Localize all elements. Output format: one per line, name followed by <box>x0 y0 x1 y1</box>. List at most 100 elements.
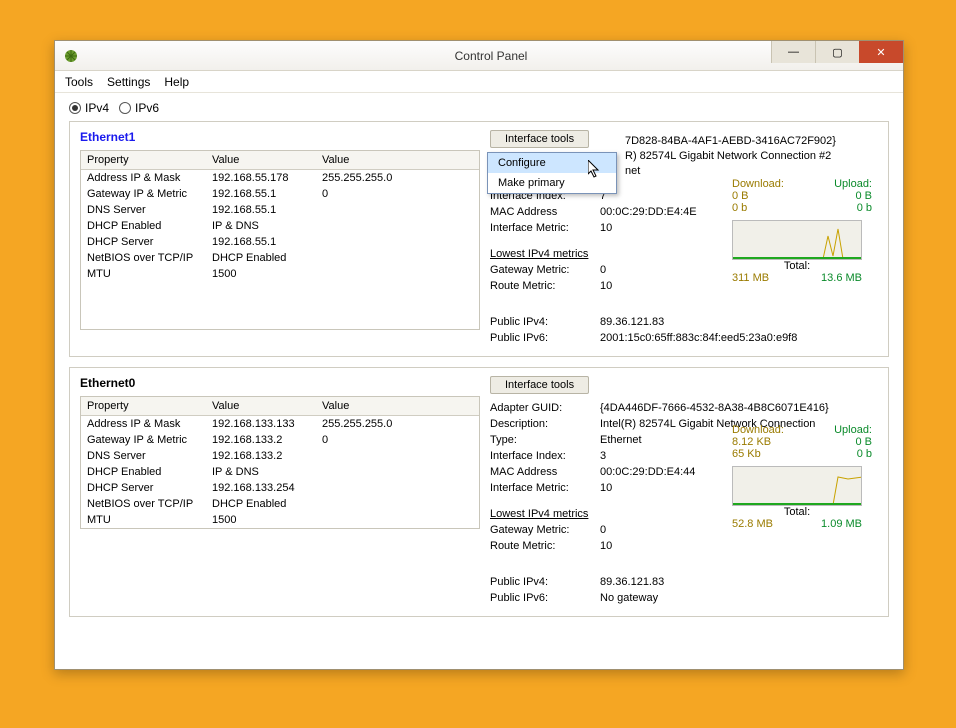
menu-settings[interactable]: Settings <box>107 75 150 89</box>
total-download: 311 MB <box>732 272 769 284</box>
cell-value2 <box>316 496 479 512</box>
property-grid: Property Value Value Address IP & Mask19… <box>80 150 480 330</box>
col-value1: Value <box>206 397 316 415</box>
label-upload: Upload: <box>834 178 872 190</box>
cell-value1: 1500 <box>206 266 316 282</box>
grid-header: Property Value Value <box>81 151 479 170</box>
total-upload: 13.6 MB <box>821 272 862 284</box>
cell-property: DNS Server <box>81 202 206 218</box>
cell-property: Address IP & Mask <box>81 416 206 432</box>
app-icon <box>63 48 79 64</box>
col-property: Property <box>81 397 206 415</box>
radio-ipv6[interactable]: IPv6 <box>119 101 159 115</box>
minimize-button[interactable]: — <box>771 41 815 63</box>
bandwidth-stats: Download: Upload: 0 B 0 B 0 b 0 b <box>732 178 872 284</box>
interface-tools-button[interactable]: Interface tools <box>490 376 589 394</box>
cell-property: Gateway IP & Metric <box>81 186 206 202</box>
grid-row: DNS Server192.168.55.1 <box>81 202 479 218</box>
window-controls: — ▢ ✕ <box>771 41 903 63</box>
label-total: Total: <box>732 506 862 518</box>
grid-row: NetBIOS over TCP/IPDHCP Enabled <box>81 250 479 266</box>
cell-value2 <box>316 512 479 528</box>
bandwidth-graph <box>732 466 862 506</box>
cell-value1: 192.168.55.1 <box>206 202 316 218</box>
cell-value1: 192.168.55.1 <box>206 186 316 202</box>
cell-value1: DHCP Enabled <box>206 496 316 512</box>
description-value: R) 82574L Gigabit Network Connection #2 <box>625 149 836 164</box>
bandwidth-graph <box>732 220 862 260</box>
interface-name: Ethernet1 <box>80 130 480 144</box>
cell-value1: 192.168.55.1 <box>206 234 316 250</box>
interface-tools-button[interactable]: Interface tools <box>490 130 589 148</box>
grid-body: Address IP & Mask192.168.133.133255.255.… <box>81 416 479 528</box>
grid-header: Property Value Value <box>81 397 479 416</box>
dropdown-item-configure[interactable]: Configure <box>488 153 616 173</box>
label-download: Download: <box>732 424 784 436</box>
label-iface-metric: Interface Metric: <box>490 480 600 496</box>
cell-value2: 255.255.255.0 <box>316 416 479 432</box>
cell-value2 <box>316 480 479 496</box>
label-public-v6: Public IPv6: <box>490 330 600 346</box>
panel-left: Ethernet0 Property Value Value Address I… <box>80 376 480 606</box>
cell-property: DHCP Server <box>81 480 206 496</box>
cell-value2: 0 <box>316 432 479 448</box>
cell-property: MTU <box>81 512 206 528</box>
panel-right: Interface tools Adapter GUID:{4DA446DF-7… <box>490 376 878 606</box>
public-v6-value: No gateway <box>600 590 878 606</box>
label-iface-metric: Interface Metric: <box>490 220 600 236</box>
app-window: Control Panel — ▢ ✕ Tools Settings Help … <box>54 40 904 670</box>
grid-row: Address IP & Mask192.168.55.178255.255.2… <box>81 170 479 186</box>
grid-row: Address IP & Mask192.168.133.133255.255.… <box>81 416 479 432</box>
menu-help[interactable]: Help <box>164 75 189 89</box>
cell-value1: 192.168.133.2 <box>206 448 316 464</box>
label-lowest-metrics: Lowest IPv4 metrics <box>490 506 600 522</box>
radio-dot-icon <box>69 102 81 114</box>
public-v4-value: 89.36.121.83 <box>600 574 878 590</box>
grid-row: Gateway IP & Metric192.168.55.10 <box>81 186 479 202</box>
label-lowest-metrics: Lowest IPv4 metrics <box>490 246 600 262</box>
adapter-guid-value: {4DA446DF-7666-4532-8A38-4B8C6071E416} <box>600 400 878 416</box>
col-property: Property <box>81 151 206 169</box>
grid-row: DNS Server192.168.133.2 <box>81 448 479 464</box>
download-value: 0 B <box>732 190 749 202</box>
cell-property: DHCP Server <box>81 234 206 250</box>
cell-value1: 1500 <box>206 512 316 528</box>
radio-ipv4[interactable]: IPv4 <box>69 101 109 115</box>
label-total: Total: <box>732 260 862 272</box>
cell-property: NetBIOS over TCP/IP <box>81 250 206 266</box>
cell-value2 <box>316 218 479 234</box>
grid-row: Gateway IP & Metric192.168.133.20 <box>81 432 479 448</box>
interface-panel-ethernet1: Ethernet1 Property Value Value Address I… <box>69 121 889 357</box>
grid-row: MTU1500 <box>81 512 479 528</box>
download-rate: 0 b <box>732 202 747 214</box>
type-value-tail: net <box>625 164 836 179</box>
panel-left: Ethernet1 Property Value Value Address I… <box>80 130 480 346</box>
label-route-metric: Route Metric: <box>490 538 600 554</box>
maximize-button[interactable]: ▢ <box>815 41 859 63</box>
col-value2: Value <box>316 151 479 169</box>
cell-value2 <box>316 234 479 250</box>
cell-value2 <box>316 266 479 282</box>
cell-value2 <box>316 464 479 480</box>
cell-property: Gateway IP & Metric <box>81 432 206 448</box>
col-value1: Value <box>206 151 316 169</box>
dropdown-item-make-primary[interactable]: Make primary <box>488 173 616 193</box>
label-type: Type: <box>490 432 600 448</box>
total-upload: 1.09 MB <box>821 518 862 530</box>
label-mac: MAC Address <box>490 464 600 480</box>
menu-tools[interactable]: Tools <box>65 75 93 89</box>
label-iface-index: Interface Index: <box>490 448 600 464</box>
grid-row: DHCP EnabledIP & DNS <box>81 218 479 234</box>
label-download: Download: <box>732 178 784 190</box>
label-public-v6: Public IPv6: <box>490 590 600 606</box>
ip-version-radios: IPv4 IPv6 <box>69 101 889 115</box>
public-v6-value: 2001:15c0:65ff:883c:84f:eed5:23a0:e9f8 <box>600 330 878 346</box>
bandwidth-stats: Download: Upload: 8.12 KB 0 B 65 Kb 0 b <box>732 424 872 530</box>
interface-panel-ethernet0: Ethernet0 Property Value Value Address I… <box>69 367 889 617</box>
close-button[interactable]: ✕ <box>859 41 903 63</box>
menubar: Tools Settings Help <box>55 71 903 93</box>
label-gw-metric: Gateway Metric: <box>490 262 600 278</box>
label-public-v4: Public IPv4: <box>490 574 600 590</box>
upload-rate: 0 b <box>857 202 872 214</box>
cell-property: DHCP Enabled <box>81 464 206 480</box>
